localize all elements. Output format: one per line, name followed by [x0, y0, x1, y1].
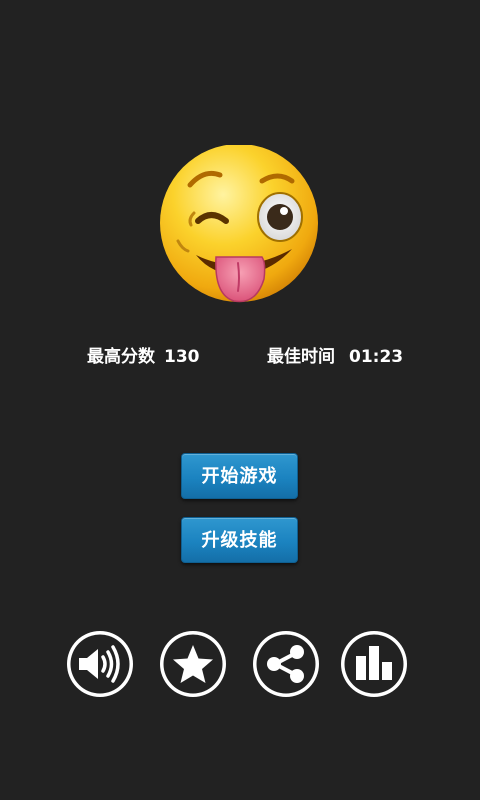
best-time: 最佳时间 01:23	[267, 342, 403, 367]
best-time-value: 01:23	[349, 347, 404, 367]
start-game-button[interactable]: 开始游戏	[181, 453, 298, 499]
share-button[interactable]	[251, 629, 321, 699]
best-score-value: 130	[164, 347, 200, 367]
sound-icon	[67, 631, 133, 697]
upgrade-skills-button[interactable]: 升级技能	[181, 517, 298, 563]
sound-button[interactable]	[65, 629, 135, 699]
winking-tongue-emoji-icon	[158, 144, 323, 310]
leaderboard-icon	[341, 631, 407, 697]
best-score-label: 最高分数	[87, 347, 155, 367]
rate-button[interactable]	[158, 629, 228, 699]
best-time-label: 最佳时间	[267, 347, 335, 367]
best-score: 最高分数 130	[87, 342, 200, 367]
stats-bar: 最高分数 130 最佳时间 01:23	[0, 342, 480, 368]
share-icon	[253, 631, 319, 697]
leaderboard-button[interactable]	[339, 629, 409, 699]
star-icon	[160, 631, 226, 697]
